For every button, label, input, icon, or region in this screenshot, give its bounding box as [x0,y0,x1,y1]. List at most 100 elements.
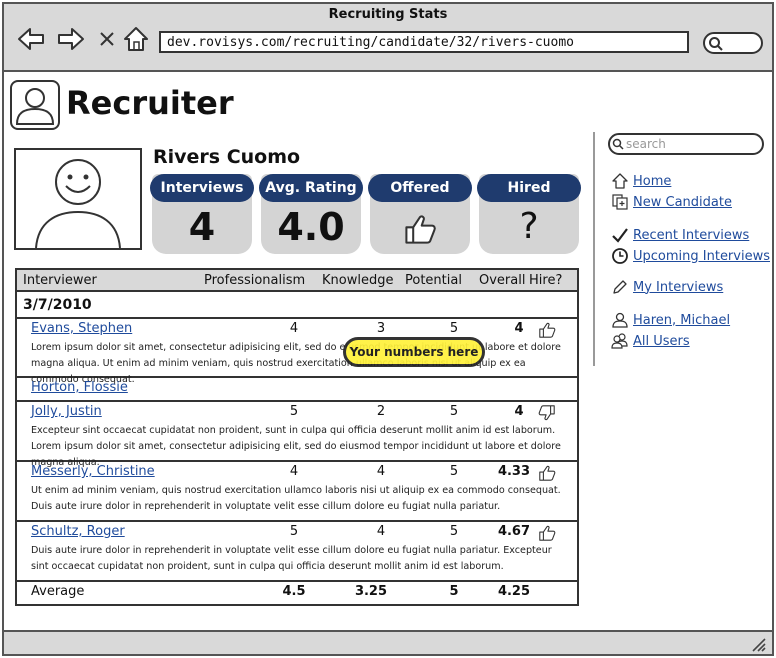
thumbs-up-icon [405,215,436,244]
stat-label: Avg. Rating [259,174,363,202]
search-placeholder: search [626,137,666,151]
sidebar-divider [593,132,595,366]
sidebar-item-label: New Candidate [633,194,732,210]
url-bar[interactable]: dev.rovisys.com/recruiting/candidate/32/… [159,31,689,53]
stat-label: Hired [477,174,581,202]
stat-avg-rating: Avg. Rating 4.0 [259,174,363,254]
potential-score: 5 [449,524,459,539]
search-icon [709,37,723,51]
interviewer-link[interactable]: Jolly, Justin [31,404,102,419]
table-row: Messerly, Christine 4 4 5 4.33 Ut enim a… [17,462,577,522]
stat-offered: Offered [368,174,472,254]
stop-button[interactable] [92,24,122,54]
sidebar-item-label: Home [633,173,672,189]
sidebar-item-all-users[interactable]: All Users [611,331,690,351]
table-row: Horton, Flossie [17,378,577,402]
interviewer-link[interactable]: Evans, Stephen [31,321,132,336]
numbers-tooltip: Your numbers here [343,337,485,367]
back-button[interactable] [16,24,46,54]
stat-value: 4.0 [277,205,345,249]
table-row: Jolly, Justin 5 2 5 4 Excepteur sint occ… [17,402,577,468]
user-icon [612,312,628,328]
sidebar-item-label: My Interviews [633,279,724,295]
stat-label: Interviews [150,174,254,202]
thumbs-down-icon [538,405,555,421]
sidebar-item-new-candidate[interactable]: New Candidate [611,192,732,212]
stat-hired: Hired ? [477,174,581,254]
stat-value: 4 [188,205,216,249]
avg-knowledge: 3.25 [354,584,388,599]
sidebar-item-recent-interviews[interactable]: Recent Interviews [611,225,749,245]
potential-score: 5 [449,464,459,479]
sidebar-search-input[interactable]: search [608,133,764,155]
table-row: Schultz, Roger 5 4 5 4.67 Duis aute irur… [17,522,577,582]
interviewer-link[interactable]: Horton, Flossie [31,380,128,395]
overall-score: 4.67 [497,524,531,539]
home-button[interactable] [121,24,151,54]
interview-comment: Duis aute irure dolor in reprehenderit i… [31,545,552,572]
header-professionalism: Professionalism [204,273,306,288]
interview-date: 3/7/2010 [23,297,92,313]
header-potential: Potential [405,273,462,288]
back-arrow-icon [18,28,44,50]
thumbs-up-icon [539,525,556,541]
pencil-icon [613,280,627,294]
table-header: Interviewer Professionalism Knowledge Po… [17,270,577,292]
avg-overall: 4.25 [497,584,531,599]
sidebar-item-label: Upcoming Interviews [633,248,770,264]
sidebar-item-upcoming-interviews[interactable]: Upcoming Interviews [611,246,770,266]
professionalism-score: 5 [289,404,299,419]
resize-grip-icon[interactable] [750,636,766,652]
table-row: Evans, Stephen 4 3 5 4 Lorem ipsum dolor… [17,319,577,385]
app-logo [10,80,60,130]
new-document-icon [612,194,628,210]
average-row: Average 4.5 3.25 5 4.25 [17,582,577,604]
avg-potential: 5 [449,584,459,599]
overall-score: 4.33 [497,464,531,479]
header-knowledge: Knowledge [322,273,394,288]
knowledge-score: 4 [376,524,386,539]
browser-statusbar [2,630,774,656]
header-interviewer: Interviewer [23,273,97,288]
home-icon [124,27,148,51]
sidebar-item-label: Recent Interviews [633,227,750,243]
header-hire: Hire? [529,273,563,288]
app-title: Recruiter [66,84,234,122]
knowledge-score: 4 [376,464,386,479]
stat-interviews: Interviews 4 [150,174,254,254]
avg-professionalism: 4.5 [282,584,306,599]
smiley-face-icon [35,159,121,249]
sidebar-item-label: All Users [633,333,690,349]
candidate-name: Rivers Cuomo [153,146,301,168]
forward-arrow-icon [58,28,84,50]
browser-titlebar: Recruiting Stats dev.rovisys.com/recruit… [4,4,772,72]
average-label: Average [31,584,85,599]
header-overall: Overall [479,273,526,288]
candidate-avatar [14,148,142,250]
sidebar-item-current-user[interactable]: Haren, Michael [611,310,730,330]
stat-value: ? [519,206,539,247]
knowledge-score: 3 [376,321,386,336]
interview-comment: Ut enim ad minim veniam, quis nostrud ex… [31,485,561,512]
interviewer-link[interactable]: Schultz, Roger [31,524,125,539]
checkmark-icon [612,228,628,243]
sidebar-item-my-interviews[interactable]: My Interviews [611,277,723,297]
browser-search-field[interactable] [703,32,763,54]
stat-value [370,204,470,250]
date-row: 3/7/2010 [17,294,577,319]
professionalism-score: 4 [289,464,299,479]
user-icon [15,88,55,125]
interviewer-link[interactable]: Messerly, Christine [31,464,155,479]
stat-label: Offered [368,174,472,202]
sidebar-item-home[interactable]: Home [611,171,671,191]
professionalism-score: 5 [289,524,299,539]
window-title: Recruiting Stats [328,7,448,22]
potential-score: 5 [449,321,459,336]
forward-button[interactable] [56,24,86,54]
thumbs-up-icon [539,322,556,338]
search-icon [612,138,624,150]
overall-score: 4 [514,321,524,336]
users-icon [611,333,628,349]
close-icon [100,32,114,46]
home-icon [612,173,628,189]
